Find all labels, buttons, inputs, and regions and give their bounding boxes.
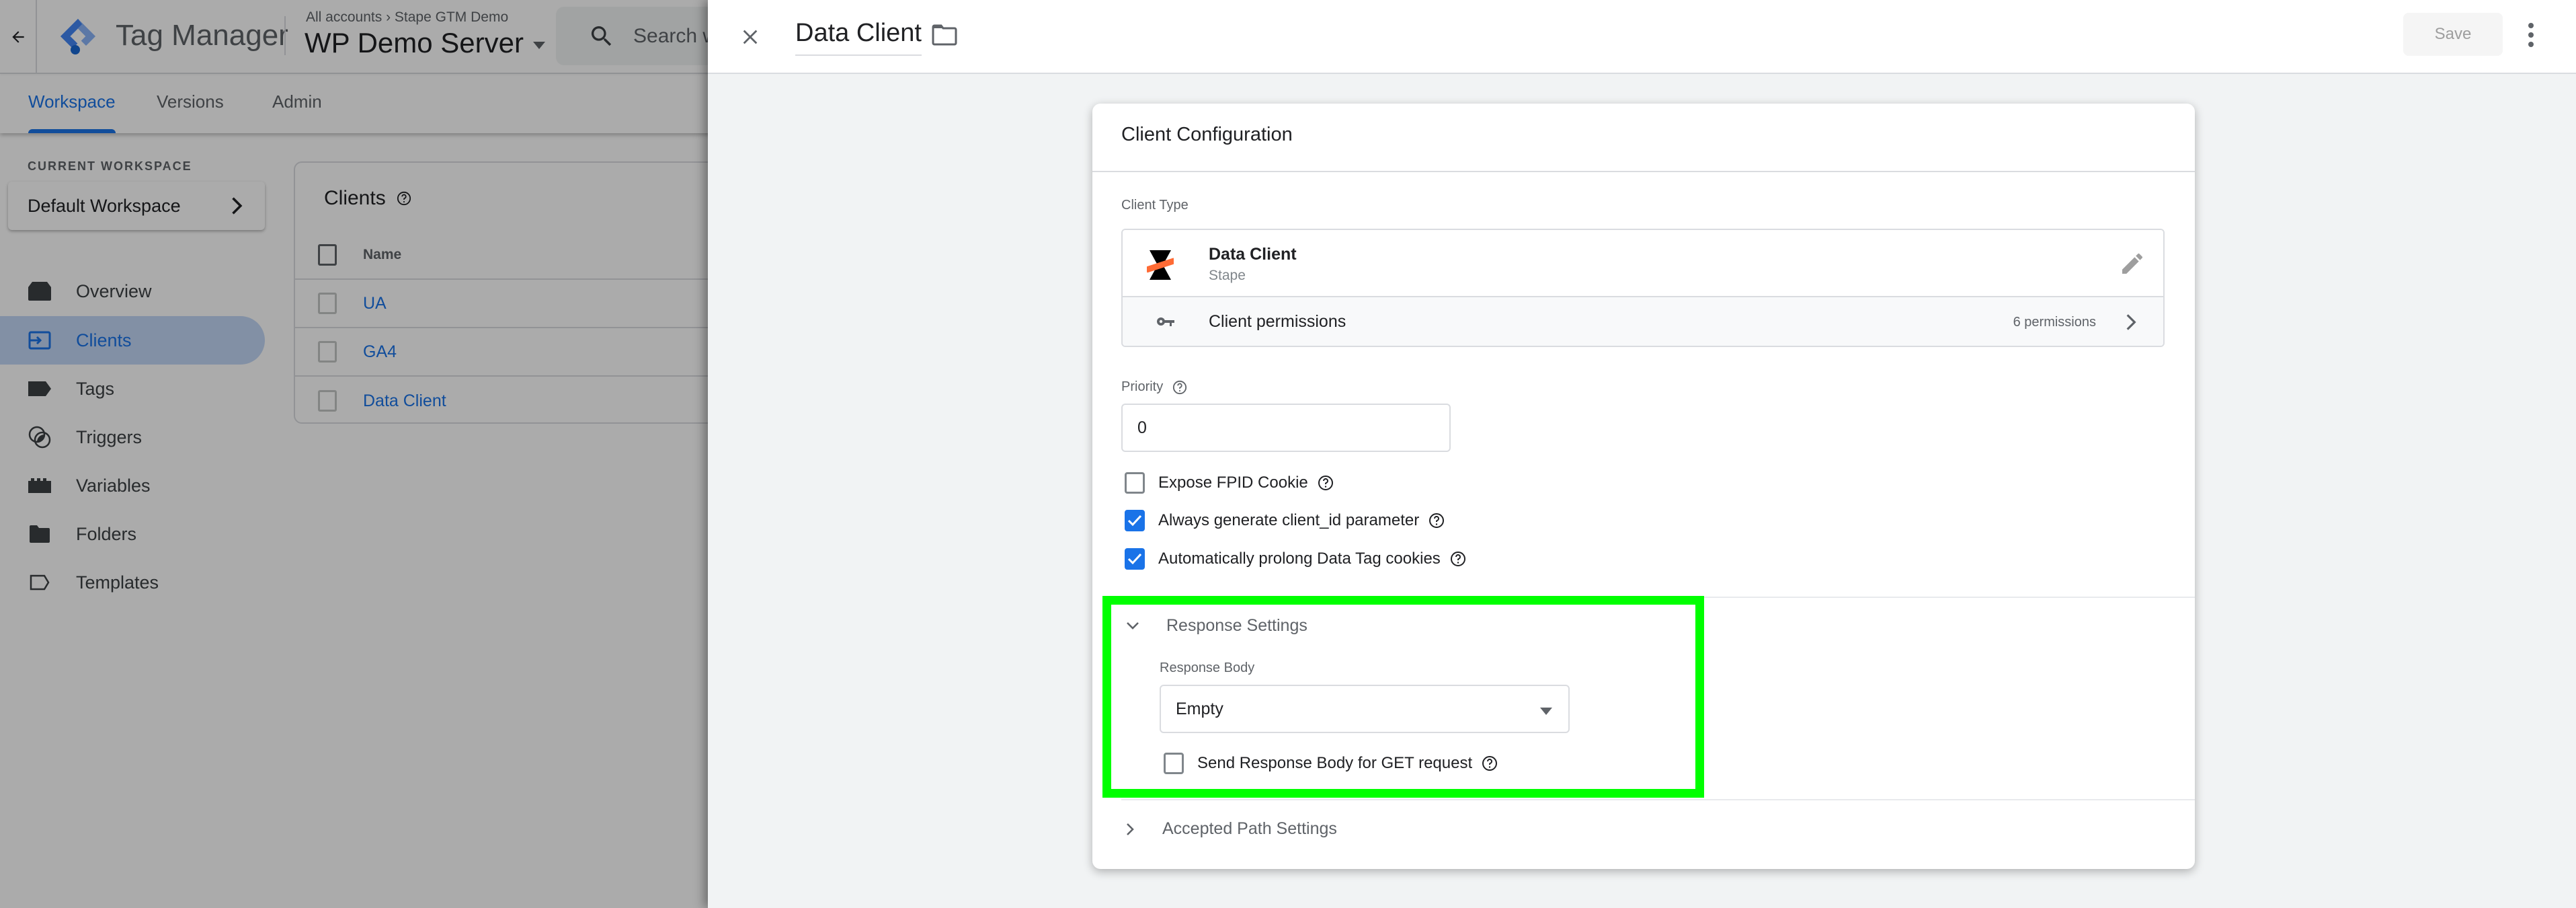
client-type-name: Data Client	[1209, 245, 1297, 264]
more-vert-icon	[2528, 23, 2534, 28]
chevron-right-icon	[1127, 823, 1134, 835]
accepted-path-settings-title: Accepted Path Settings	[1162, 819, 1337, 838]
close-button[interactable]	[733, 20, 767, 54]
client-permissions-row[interactable]: Client permissions 6 permissions	[1123, 296, 2163, 346]
checkbox-label: Expose FPID Cookie	[1158, 474, 1334, 492]
help-icon[interactable]	[1482, 755, 1498, 771]
response-body-label-text: Response Body	[1160, 660, 1255, 675]
checkbox-label-text: Send Response Body for GET request	[1197, 754, 1473, 772]
checkbox-label-text: Always generate client_id parameter	[1158, 511, 1420, 529]
response-body-select[interactable]: Empty	[1160, 685, 1570, 733]
checkmark-icon	[1127, 553, 1142, 565]
response-settings-toggle[interactable]: Response Settings	[1126, 616, 1307, 636]
modal-scrim[interactable]	[0, 0, 708, 908]
client-editor-panel: Data Client Save Client Configuration Cl…	[708, 0, 2576, 908]
prolong-cookies-checkbox-row[interactable]: Automatically prolong Data Tag cookies	[1125, 548, 1466, 570]
card-title: Client Configuration	[1121, 124, 1293, 145]
permissions-count: 6 permissions	[2013, 315, 2096, 330]
more-vert-dot	[2528, 42, 2534, 47]
key-icon	[1157, 317, 1174, 326]
client-type-box: Data Client Stape Client permissions 6 p…	[1121, 229, 2165, 347]
client-name-field[interactable]: Data Client	[795, 19, 922, 56]
expose-fpid-checkbox-row[interactable]: Expose FPID Cookie	[1125, 472, 1334, 494]
generate-client-id-checkbox[interactable]	[1125, 510, 1145, 531]
priority-input[interactable]	[1121, 404, 1451, 452]
prolong-cookies-checkbox[interactable]	[1125, 548, 1145, 570]
client-type-label: Client Type	[1121, 198, 1189, 213]
checkbox-label: Send Response Body for GET request	[1197, 754, 1498, 773]
card-divider	[1092, 171, 2195, 172]
help-icon[interactable]	[1172, 380, 1187, 395]
close-icon	[743, 30, 758, 44]
client-type-vendor: Stape	[1209, 268, 1246, 283]
checkbox-label-text: Automatically prolong Data Tag cookies	[1158, 550, 1441, 568]
checkmark-icon	[1127, 515, 1142, 527]
expose-fpid-checkbox[interactable]	[1125, 472, 1145, 494]
folder-icon	[932, 24, 957, 46]
dropdown-arrow-icon	[1540, 708, 1552, 715]
send-body-get-checkbox[interactable]	[1164, 753, 1184, 774]
section-divider	[1121, 597, 2195, 598]
edit-pencil-icon[interactable]	[2119, 250, 2146, 277]
panel-header: Data Client Save	[708, 0, 2576, 74]
more-options-button[interactable]	[2526, 23, 2536, 47]
response-settings-title: Response Settings	[1166, 616, 1307, 635]
checkbox-label: Always generate client_id parameter	[1158, 511, 1445, 530]
checkbox-label-text: Expose FPID Cookie	[1158, 474, 1308, 492]
permissions-label: Client permissions	[1209, 312, 1346, 331]
help-icon[interactable]	[1428, 513, 1445, 529]
priority-label: Priority	[1121, 379, 1187, 395]
save-button[interactable]: Save	[2403, 13, 2503, 56]
stape-logo-icon	[1147, 250, 1174, 280]
send-body-get-checkbox-row[interactable]: Send Response Body for GET request	[1164, 753, 1498, 774]
chevron-down-icon	[1127, 621, 1139, 630]
response-body-value: Empty	[1176, 699, 1223, 718]
client-configuration-card: Client Configuration Client Type Data Cl…	[1092, 104, 2195, 869]
accepted-path-settings-toggle[interactable]: Accepted Path Settings	[1126, 819, 1337, 839]
generate-client-id-checkbox-row[interactable]: Always generate client_id parameter	[1125, 510, 1445, 531]
response-body-label: Response Body	[1160, 660, 1254, 676]
help-icon[interactable]	[1450, 551, 1466, 567]
more-vert-dot	[2528, 32, 2534, 38]
section-divider	[1121, 799, 2195, 800]
chevron-right-icon	[2126, 314, 2136, 330]
folder-button[interactable]	[932, 24, 957, 49]
help-icon[interactable]	[1318, 475, 1334, 491]
client-type-label-text: Client Type	[1121, 198, 1189, 213]
priority-label-text: Priority	[1121, 379, 1164, 394]
client-type-selector[interactable]: Data Client Stape	[1123, 230, 2163, 296]
checkbox-label: Automatically prolong Data Tag cookies	[1158, 550, 1466, 568]
